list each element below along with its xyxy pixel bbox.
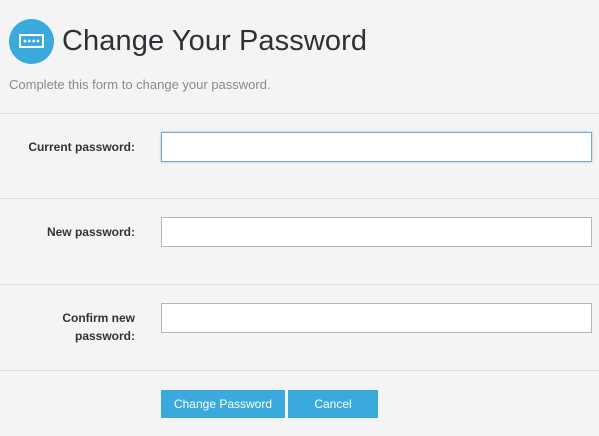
form-row-confirm-password: Confirm new password: [0, 285, 599, 370]
change-password-button[interactable]: Change Password [161, 390, 285, 418]
page-title: Change Your Password [62, 25, 368, 57]
confirm-password-input[interactable] [161, 303, 592, 333]
confirm-password-label: Confirm new password: [62, 311, 135, 343]
cancel-button[interactable]: Cancel [288, 390, 378, 418]
page-header: Change Your Password Complete this form … [0, 0, 599, 112]
page-subtitle: Complete this form to change your passwo… [9, 77, 271, 92]
new-password-label: New password: [46, 225, 135, 239]
password-icon [9, 19, 54, 64]
current-password-label: Current password: [28, 140, 135, 154]
form-row-current-password: Current password: [0, 114, 599, 198]
current-password-input[interactable] [161, 132, 592, 162]
new-password-input[interactable] [161, 217, 592, 247]
divider [0, 370, 599, 371]
form-row-new-password: New password: [0, 199, 599, 284]
